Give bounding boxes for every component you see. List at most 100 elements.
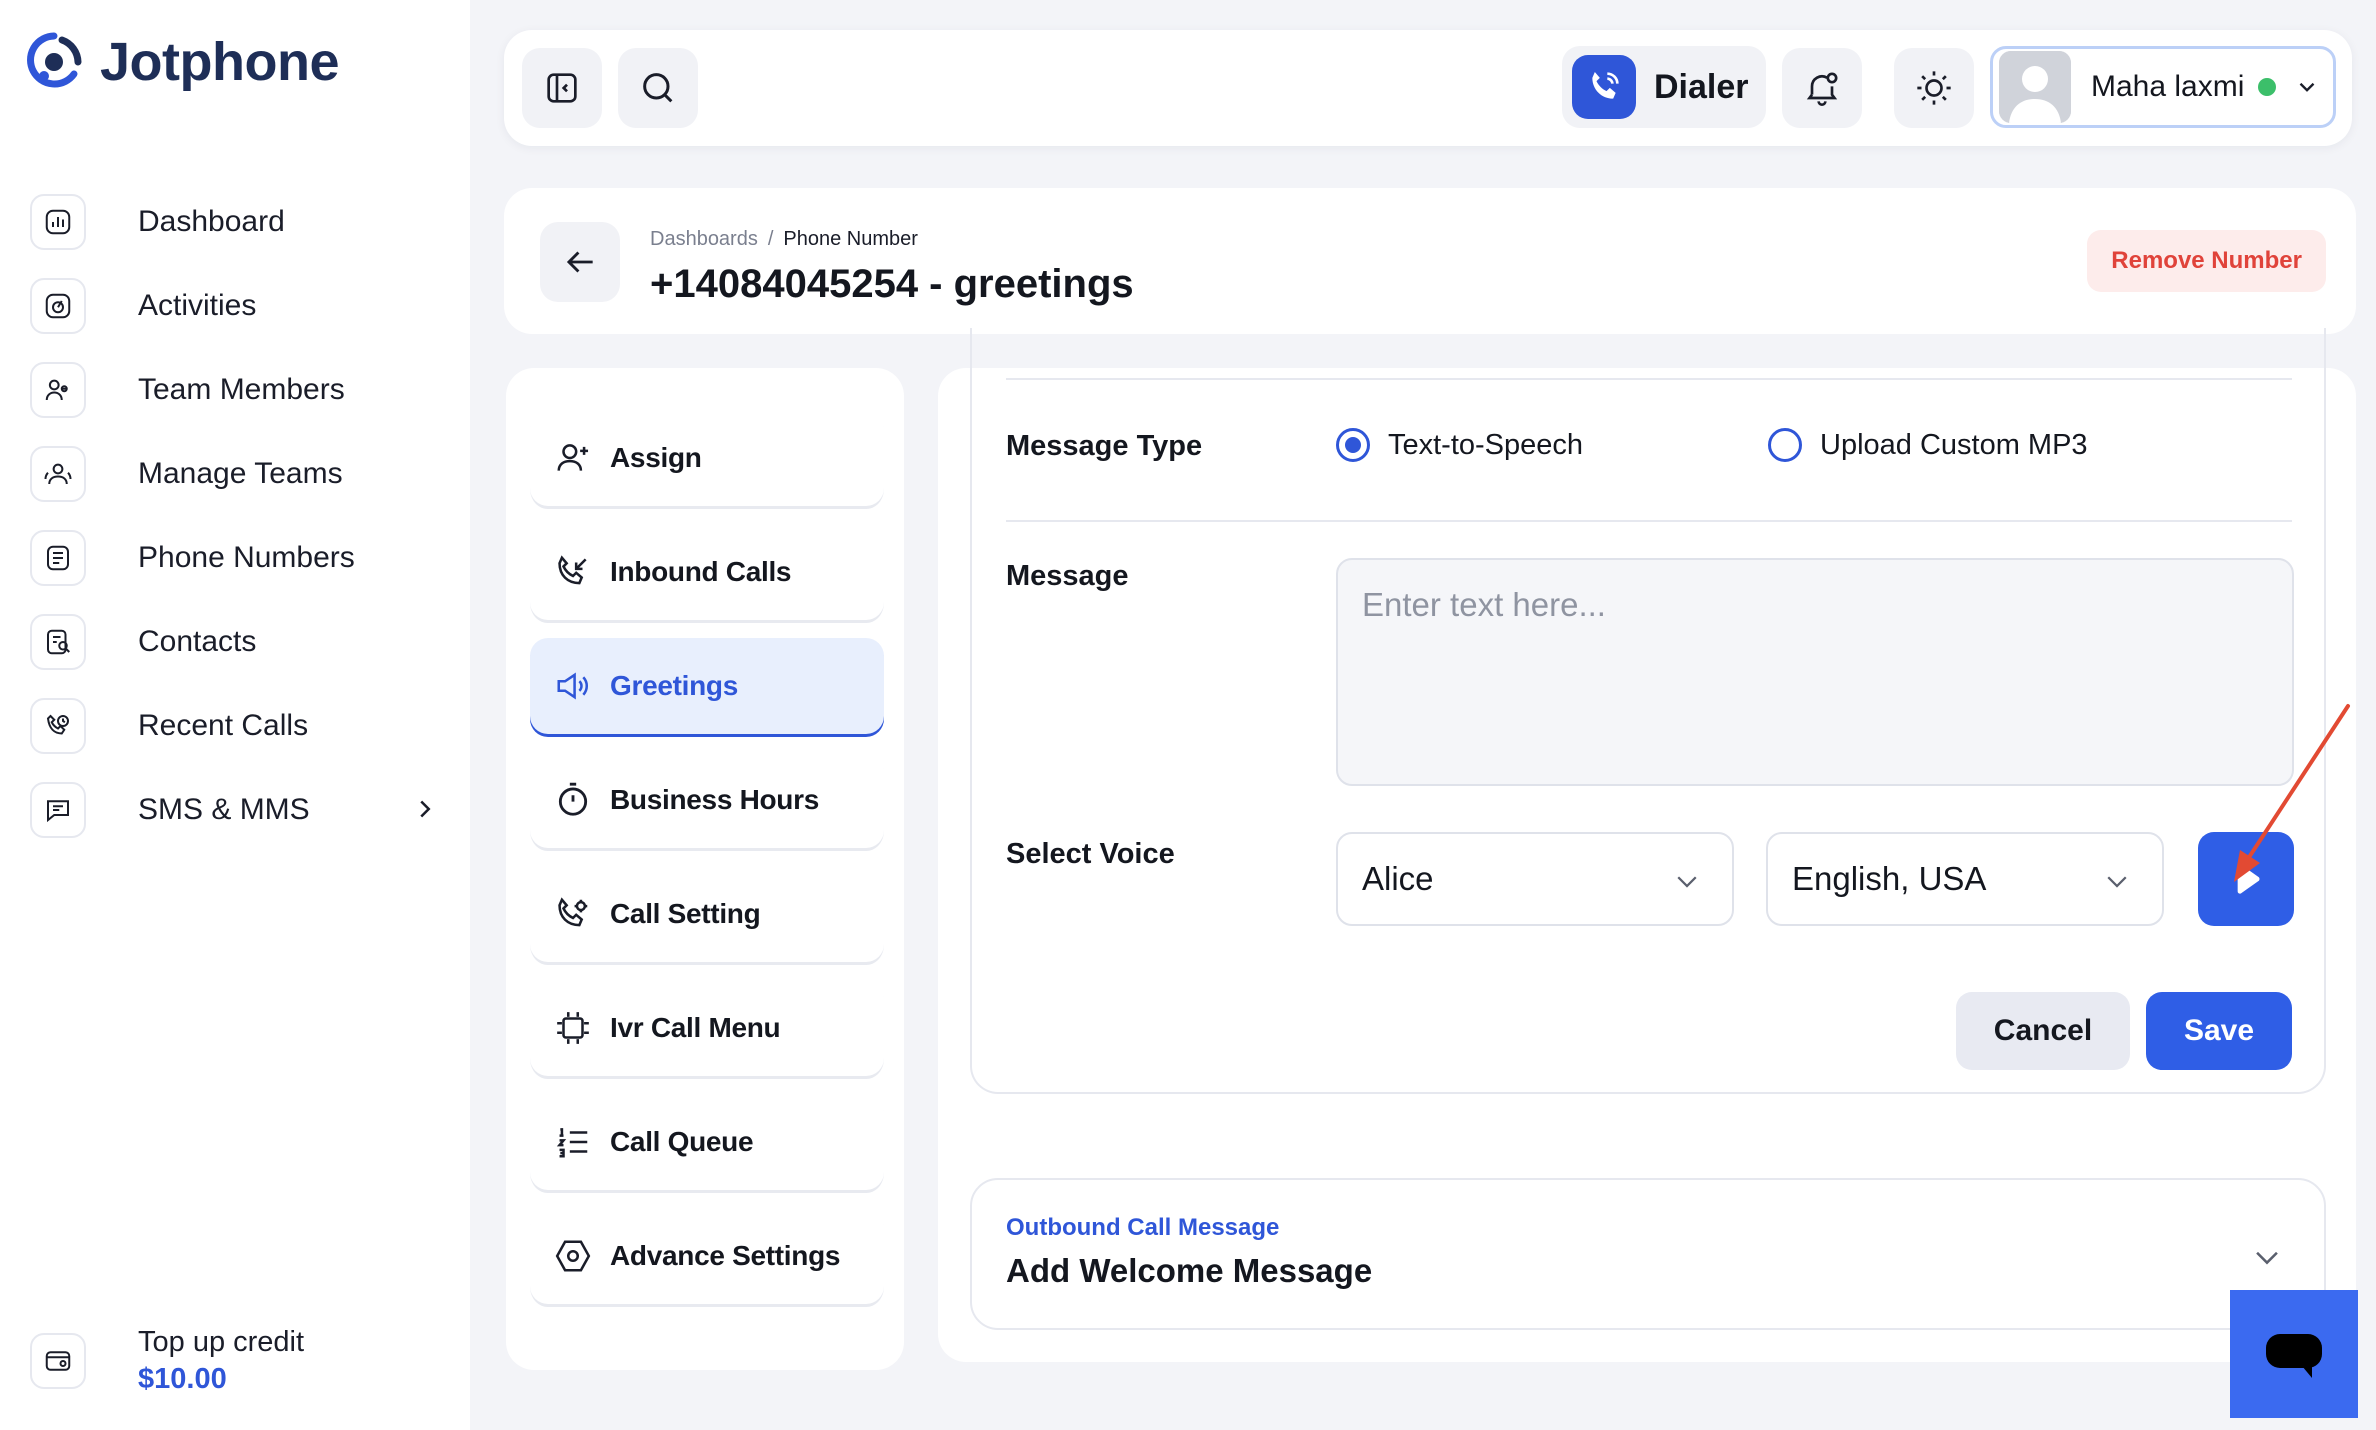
- phone-settings-icon: [558, 897, 588, 927]
- hexagon-settings-icon: [555, 1240, 591, 1272]
- menu-item-call-setting[interactable]: Call Setting: [530, 866, 884, 962]
- sun-icon: [1917, 71, 1951, 105]
- phone-book-icon: [30, 530, 86, 586]
- menu-item-assign[interactable]: Assign: [530, 410, 884, 506]
- topup-credit[interactable]: Top up credit $10.00: [30, 1326, 304, 1396]
- outbound-call-message-accordion[interactable]: Outbound Call Message Add Welcome Messag…: [970, 1178, 2326, 1330]
- app-logo[interactable]: Jotphone: [22, 30, 339, 94]
- dialer-label: Dialer: [1654, 67, 1749, 106]
- ivr-menu-icon: [557, 1012, 589, 1044]
- breadcrumb-separator: /: [767, 228, 774, 250]
- search-icon: [643, 73, 673, 103]
- menu-item-label: Assign: [610, 442, 702, 473]
- theme-toggle-button[interactable]: [1894, 48, 1974, 128]
- topup-text: Top up credit $10.00: [138, 1326, 304, 1396]
- menu-item-label: Ivr Call Menu: [610, 1012, 781, 1043]
- sidebar-item-phone-numbers[interactable]: Phone Numbers: [30, 516, 440, 600]
- search-button[interactable]: [618, 48, 698, 128]
- list-ordered-icon: [556, 1128, 588, 1158]
- notifications-button[interactable]: [1782, 48, 1862, 128]
- voice-value: Alice: [1362, 860, 1434, 897]
- user-profile-menu[interactable]: Maha laxmi: [1990, 46, 2336, 128]
- menu-item-label: Call Queue: [610, 1126, 754, 1157]
- radio-text-to-speech[interactable]: Text-to-Speech: [1336, 428, 1583, 462]
- collapse-sidebar-button[interactable]: [522, 48, 602, 128]
- menu-item-label: Inbound Calls: [610, 556, 792, 587]
- sidebar-item-label: Contacts: [138, 625, 257, 658]
- activity-icon: [30, 278, 86, 334]
- radio-upload-custom-mp3[interactable]: Upload Custom MP3: [1768, 428, 2088, 462]
- message-type-label: Message Type: [1006, 430, 1203, 462]
- menu-item-greetings[interactable]: Greetings: [530, 638, 884, 734]
- topup-value: $10.00: [138, 1363, 227, 1395]
- avatar: [1999, 51, 2071, 123]
- sidebar-item-recent-calls[interactable]: Recent Calls: [30, 684, 440, 768]
- greeting-form-card: Message Type Text-to-Speech Upload Custo…: [970, 328, 2326, 1094]
- radio-label: Text-to-Speech: [1388, 428, 1584, 461]
- chevron-down-icon: [1677, 876, 1697, 888]
- message-textarea[interactable]: [1336, 558, 2294, 786]
- play-icon: [2237, 864, 2260, 894]
- megaphone-icon: [557, 672, 588, 700]
- wallet-icon: [30, 1333, 86, 1389]
- chevron-down-icon: [2107, 876, 2127, 888]
- bell-icon: [1806, 72, 1838, 106]
- sidebar-item-label: Team Members: [138, 373, 345, 406]
- online-status-dot: [2258, 78, 2277, 96]
- number-settings-menu: Assign Inbound Calls Greetings Business …: [506, 368, 904, 1370]
- sidebar-item-label: Phone Numbers: [138, 541, 355, 574]
- timer-icon: [558, 782, 588, 816]
- menu-item-inbound-calls[interactable]: Inbound Calls: [530, 524, 884, 620]
- sms-icon: [30, 782, 86, 838]
- team-members-icon: [30, 362, 86, 418]
- page-title: +14084045254 - greetings: [650, 262, 1134, 306]
- phone-icon: [1572, 55, 1636, 119]
- outbound-subtitle: Outbound Call Message: [1006, 1214, 1280, 1241]
- message-label: Message: [1006, 560, 1129, 592]
- cancel-button[interactable]: Cancel: [1956, 992, 2130, 1070]
- sidebar-collapse-icon: [547, 73, 577, 103]
- menu-item-label: Business Hours: [610, 784, 819, 815]
- sidebar-item-label: Dashboard: [138, 205, 285, 238]
- chat-widget-button[interactable]: [2230, 1290, 2358, 1418]
- sidebar-item-team-members[interactable]: Team Members: [30, 348, 440, 432]
- sidebar-item-manage-teams[interactable]: Manage Teams: [30, 432, 440, 516]
- language-select[interactable]: English, USA: [1766, 832, 2164, 926]
- select-voice-label: Select Voice: [1006, 838, 1175, 870]
- voice-select[interactable]: Alice: [1336, 832, 1734, 926]
- menu-item-advance-settings[interactable]: Advance Settings: [530, 1208, 884, 1304]
- outbound-title: Add Welcome Message: [1006, 1252, 1373, 1289]
- manage-teams-icon: [30, 446, 86, 502]
- dialer-button[interactable]: Dialer: [1562, 46, 1766, 128]
- sidebar-item-sms-mms[interactable]: SMS & MMS: [30, 768, 440, 852]
- sidebar-item-contacts[interactable]: Contacts: [30, 600, 440, 684]
- sidebar-item-label: Recent Calls: [138, 709, 309, 742]
- sidebar-item-label: SMS & MMS: [138, 793, 310, 826]
- jotphone-logo-icon: [27, 32, 82, 88]
- recent-calls-icon: [30, 698, 86, 754]
- save-button[interactable]: Save: [2146, 992, 2292, 1070]
- sidebar-item-label: Manage Teams: [138, 457, 343, 490]
- back-button[interactable]: [540, 222, 620, 302]
- menu-item-business-hours[interactable]: Business Hours: [530, 752, 884, 848]
- radio-unselected-indicator: [1768, 428, 1802, 462]
- play-voice-preview-button[interactable]: [2198, 832, 2294, 926]
- sidebar: Jotphone Dashboard Activities Team Membe…: [0, 0, 470, 1430]
- radio-selected-indicator: [1336, 428, 1370, 462]
- arrow-left-icon: [566, 251, 593, 273]
- menu-item-call-queue[interactable]: Call Queue: [530, 1094, 884, 1190]
- sidebar-item-dashboard[interactable]: Dashboard: [30, 180, 440, 264]
- sidebar-item-activities[interactable]: Activities: [30, 264, 440, 348]
- contacts-icon: [30, 614, 86, 670]
- breadcrumb-dashboards[interactable]: Dashboards: [650, 228, 758, 251]
- breadcrumb: Dashboards / Phone Number: [650, 228, 918, 251]
- user-plus-icon: [557, 444, 589, 471]
- menu-item-ivr-call-menu[interactable]: Ivr Call Menu: [530, 980, 884, 1076]
- menu-item-label: Call Setting: [610, 898, 761, 929]
- sidebar-item-label: Activities: [138, 289, 257, 322]
- user-name: Maha laxmi: [2091, 70, 2245, 103]
- chat-bubble-icon: [2266, 1334, 2322, 1378]
- remove-number-button[interactable]: Remove Number: [2087, 230, 2326, 292]
- chevron-right-icon: [420, 800, 431, 818]
- chart-icon: [30, 194, 86, 250]
